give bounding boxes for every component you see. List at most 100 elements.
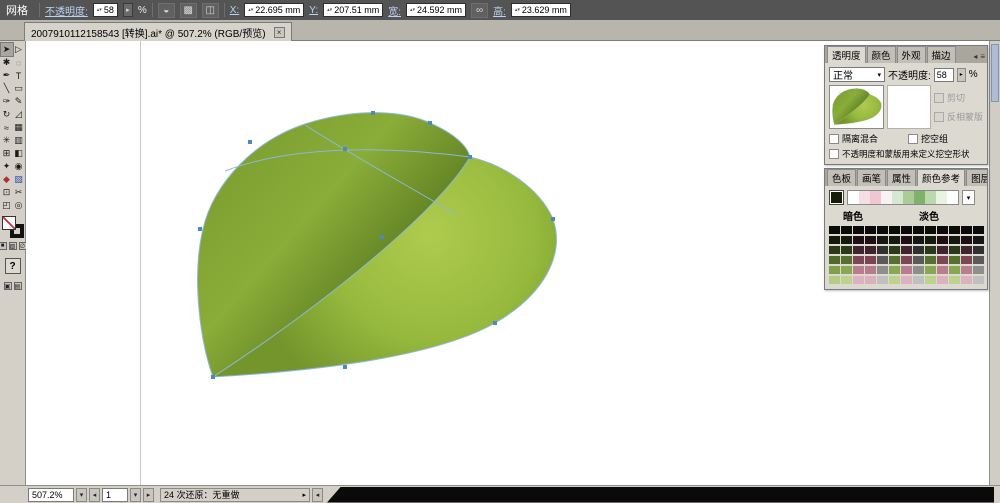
warp-tool[interactable]: ≈ bbox=[1, 121, 13, 134]
opacity-mask-define-checkbox[interactable] bbox=[829, 149, 839, 159]
color-swatch[interactable] bbox=[877, 226, 888, 234]
height-stepper-icon[interactable]: ▴▾ bbox=[515, 8, 520, 13]
variation-swatch[interactable] bbox=[892, 191, 903, 204]
crop-area-tool[interactable]: ⊡ bbox=[1, 186, 13, 199]
color-swatch[interactable] bbox=[901, 266, 912, 274]
color-swatch[interactable] bbox=[949, 266, 960, 274]
screen-mode-full-icon[interactable]: ▤ bbox=[13, 282, 22, 290]
scale-tool[interactable]: ◿ bbox=[13, 108, 25, 121]
color-swatch[interactable] bbox=[937, 246, 948, 254]
color-swatch[interactable] bbox=[901, 246, 912, 254]
color-swatch[interactable] bbox=[949, 276, 960, 284]
color-swatch[interactable] bbox=[913, 256, 924, 264]
color-swatch[interactable] bbox=[877, 276, 888, 284]
color-swatch[interactable] bbox=[865, 276, 876, 284]
color-swatch[interactable] bbox=[865, 256, 876, 264]
help-button[interactable]: ? bbox=[4, 258, 21, 274]
variation-swatch[interactable] bbox=[903, 191, 914, 204]
y-stepper-icon[interactable]: ▴▾ bbox=[327, 8, 332, 13]
variation-swatch[interactable] bbox=[925, 191, 936, 204]
color-swatch[interactable] bbox=[889, 246, 900, 254]
eyedropper-tool[interactable]: ✦ bbox=[1, 160, 13, 173]
color-swatch[interactable] bbox=[913, 226, 924, 234]
color-swatch[interactable] bbox=[889, 236, 900, 244]
color-swatch[interactable] bbox=[829, 256, 840, 264]
tab-透明度[interactable]: 透明度 bbox=[827, 46, 866, 63]
color-swatch[interactable] bbox=[901, 256, 912, 264]
tab-外观[interactable]: 外观 bbox=[896, 46, 926, 63]
graphic-style-icon[interactable]: ◒ bbox=[157, 2, 175, 18]
tab-颜色[interactable]: 颜色 bbox=[866, 46, 896, 63]
panel-opacity-input[interactable]: 58 bbox=[933, 67, 954, 82]
width-link[interactable]: 宽: bbox=[388, 3, 401, 18]
color-swatch[interactable] bbox=[961, 246, 972, 254]
color-swatch[interactable] bbox=[829, 226, 840, 234]
mesh-tool[interactable]: ⊞ bbox=[1, 147, 13, 160]
color-swatch[interactable] bbox=[961, 236, 972, 244]
variation-swatch[interactable] bbox=[947, 191, 958, 204]
line-segment-tool[interactable]: ╲ bbox=[1, 82, 13, 95]
color-swatch[interactable] bbox=[901, 226, 912, 234]
slice-tool[interactable]: ✂ bbox=[13, 186, 25, 199]
variation-swatch[interactable] bbox=[870, 191, 881, 204]
live-paint-selection-tool[interactable]: ▧ bbox=[13, 173, 25, 186]
color-swatch[interactable] bbox=[937, 256, 948, 264]
height-input[interactable]: ▴▾ 23.629 mm bbox=[510, 3, 571, 17]
color-swatch[interactable] bbox=[913, 246, 924, 254]
color-swatch[interactable] bbox=[949, 236, 960, 244]
color-swatch[interactable] bbox=[973, 276, 984, 284]
blend-mode-select[interactable]: 正常 ▾ bbox=[829, 67, 885, 82]
tab-图层[interactable]: 图层 bbox=[966, 169, 987, 186]
knockout-group-checkbox[interactable] bbox=[908, 133, 918, 144]
width-input[interactable]: ▴▾ 24.592 mm bbox=[406, 3, 467, 17]
gradient-mode-icon[interactable]: ▨ bbox=[8, 242, 17, 250]
color-swatch[interactable] bbox=[889, 266, 900, 274]
color-swatch[interactable] bbox=[973, 256, 984, 264]
color-swatch[interactable] bbox=[901, 236, 912, 244]
color-swatch[interactable] bbox=[841, 256, 852, 264]
blend-tool[interactable]: ◉ bbox=[13, 160, 25, 173]
variation-swatch[interactable] bbox=[936, 191, 947, 204]
color-swatch[interactable] bbox=[865, 266, 876, 274]
color-swatch[interactable] bbox=[901, 276, 912, 284]
variation-swatch[interactable] bbox=[881, 191, 892, 204]
color-swatch[interactable] bbox=[889, 226, 900, 234]
panel-menu-icon[interactable]: ≡ bbox=[980, 52, 985, 61]
color-swatch[interactable] bbox=[853, 236, 864, 244]
gradient-tool[interactable]: ◧ bbox=[13, 147, 25, 160]
color-swatch[interactable] bbox=[913, 266, 924, 274]
paintbrush-tool[interactable]: ✑ bbox=[1, 95, 13, 108]
color-swatch[interactable] bbox=[877, 246, 888, 254]
color-mode-icon[interactable]: ■ bbox=[0, 242, 7, 250]
color-swatch[interactable] bbox=[865, 226, 876, 234]
tab-画笔[interactable]: 画笔 bbox=[857, 169, 887, 186]
rectangle-tool[interactable]: ▭ bbox=[13, 82, 25, 95]
variation-swatch[interactable] bbox=[859, 191, 870, 204]
zoom-dropdown-icon[interactable]: ▾ bbox=[76, 487, 87, 502]
color-swatch[interactable] bbox=[841, 246, 852, 254]
color-swatch[interactable] bbox=[925, 266, 936, 274]
brush-definition-icon[interactable]: ▩ bbox=[179, 2, 197, 18]
color-swatch[interactable] bbox=[865, 246, 876, 254]
screen-mode-normal-icon[interactable]: ▣ bbox=[3, 282, 12, 290]
leaf-artwork[interactable] bbox=[195, 109, 560, 387]
color-swatch[interactable] bbox=[841, 266, 852, 274]
live-paint-bucket-tool[interactable]: ◆ bbox=[1, 173, 13, 186]
opacity-link[interactable]: 不透明度: bbox=[45, 3, 88, 18]
color-swatch[interactable] bbox=[889, 276, 900, 284]
isolate-blending-checkbox[interactable] bbox=[829, 133, 839, 144]
color-swatch[interactable] bbox=[865, 236, 876, 244]
type-tool[interactable]: T bbox=[13, 69, 25, 82]
hand-tool[interactable]: ◰ bbox=[1, 199, 13, 212]
variation-swatch[interactable] bbox=[848, 191, 859, 204]
direct-selection-tool[interactable]: ▷ bbox=[13, 43, 25, 56]
vertical-scrollbar-thumb[interactable] bbox=[991, 44, 999, 102]
color-swatch[interactable] bbox=[841, 236, 852, 244]
lasso-tool[interactable]: ◌ bbox=[13, 56, 25, 69]
mask-thumbnail-well[interactable] bbox=[887, 85, 931, 129]
close-document-icon[interactable]: × bbox=[273, 26, 285, 38]
color-swatch[interactable] bbox=[829, 266, 840, 274]
panel-collapse-icon[interactable]: ◂ bbox=[973, 52, 977, 61]
pen-tool[interactable]: ✒ bbox=[1, 69, 13, 82]
color-swatch[interactable] bbox=[973, 236, 984, 244]
